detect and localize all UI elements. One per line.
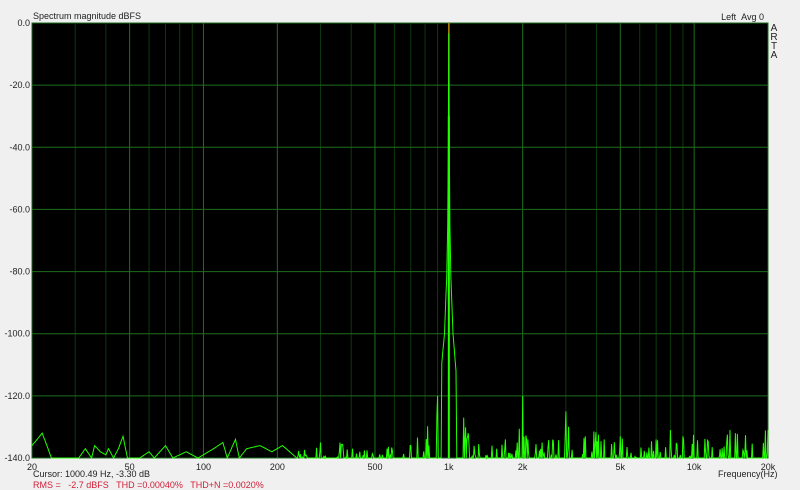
x-tick-label: 10k [687, 462, 702, 472]
x-tick-label: 100 [196, 462, 211, 472]
spectrum-chart[interactable]: 0.0-20.0-40.0-60.0-80.0-100.0-120.0-140.… [0, 0, 800, 489]
y-tick-label: 0.0 [17, 18, 30, 28]
y-tick-label: -80.0 [9, 267, 30, 277]
plot-area [31, 22, 769, 459]
y-tick-label: -100.0 [4, 329, 30, 339]
x-tick-label: 1k [444, 462, 454, 472]
x-tick-label: 200 [270, 462, 285, 472]
cursor-readout: Cursor: 1000.49 Hz, -3.30 dB [33, 469, 151, 479]
y-tick-label: -120.0 [4, 391, 30, 401]
x-axis-label: Frequency(Hz) [718, 469, 778, 479]
y-tick-label: -60.0 [9, 204, 30, 214]
x-tick-label: 2k [518, 462, 528, 472]
x-tick-label: 5k [616, 462, 626, 472]
x-tick-label: 500 [367, 462, 382, 472]
y-tick-label: -40.0 [9, 142, 30, 152]
y-tick-label: -20.0 [9, 80, 30, 90]
